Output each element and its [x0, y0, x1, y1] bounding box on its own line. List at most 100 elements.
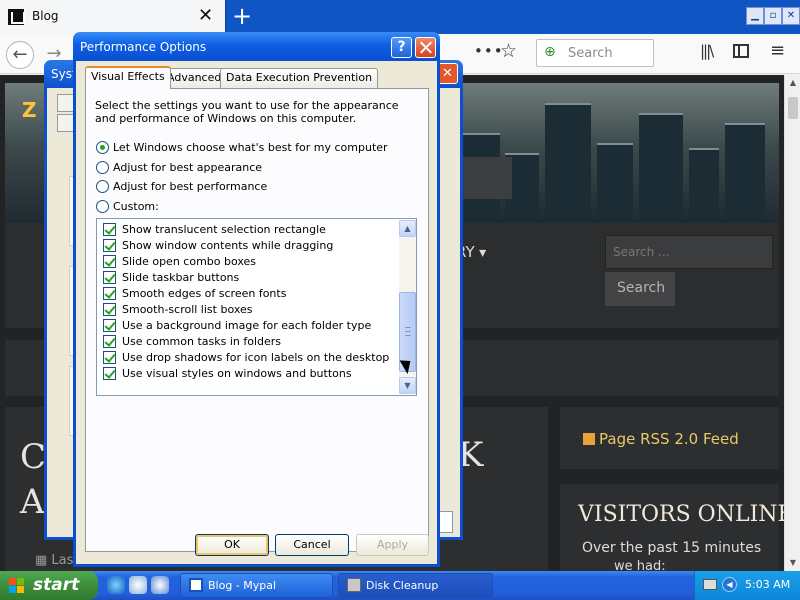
taskbar-item-label: Disk Cleanup	[366, 579, 439, 592]
help-button[interactable]: ?	[391, 37, 412, 58]
effect-visual-styles[interactable]: Use visual styles on windows and buttons	[103, 367, 352, 383]
page-search-placeholder: Search ...	[613, 245, 670, 259]
taskbar: start Blog - Mypal Disk Cleanup ◀ 5:03 A…	[0, 571, 800, 600]
system-properties-close-button[interactable]: ✕	[437, 63, 458, 84]
browser-search-input[interactable]: ⊕ Search	[536, 39, 654, 67]
keyboard-icon[interactable]	[703, 579, 717, 590]
page-scrollbar[interactable]: ▲ ▼	[784, 75, 800, 571]
effect-label: Slide open combo boxes	[122, 255, 257, 268]
start-label: start	[33, 575, 80, 595]
effect-label: Use visual styles on windows and buttons	[122, 367, 352, 380]
scroll-up-icon[interactable]: ▲	[785, 75, 800, 91]
clock[interactable]: 5:03 AM	[745, 578, 790, 591]
browser-title-bar: Blog ✕ + ▁ ▫ ✕	[0, 0, 800, 34]
library-icon[interactable]: |||\	[700, 42, 714, 60]
rss-feed-link[interactable]: Page RSS 2.0 Feed	[583, 430, 739, 448]
close-tab-icon[interactable]: ✕	[198, 6, 213, 26]
minimize-button[interactable]: ▁	[746, 7, 764, 25]
radio-empty-icon	[96, 161, 109, 174]
close-window-button[interactable]: ✕	[782, 7, 800, 25]
dialog-title-bar[interactable]: Performance Options ?	[73, 32, 440, 61]
calendar-icon: ▦	[35, 553, 52, 568]
taskbar-item-disk-cleanup[interactable]: Disk Cleanup	[338, 573, 493, 598]
tab-visual-effects[interactable]: Visual Effects	[85, 66, 171, 89]
dialog-close-button[interactable]	[415, 37, 436, 58]
effect-label: Show translucent selection rectangle	[122, 223, 326, 236]
checkbox-checked-icon[interactable]	[103, 335, 116, 348]
apply-button[interactable]: Apply	[356, 534, 429, 556]
checkbox-checked-icon[interactable]	[103, 287, 116, 300]
dialog-title: Performance Options	[80, 40, 207, 54]
radio-label: Let Windows choose what's best for my co…	[113, 141, 388, 154]
browser-app-icon	[189, 578, 203, 592]
effect-label: Use common tasks in folders	[122, 335, 282, 348]
visual-effects-list[interactable]: Show translucent selection rectangle Sho…	[96, 218, 417, 396]
scrollbar-thumb[interactable]	[788, 97, 798, 119]
firefox-quicklaunch-icon[interactable]	[129, 576, 147, 594]
start-button[interactable]: start	[0, 571, 98, 600]
back-button[interactable]: ←	[6, 41, 34, 69]
taskbar-item-blog[interactable]: Blog - Mypal	[180, 573, 333, 598]
radio-selected-icon	[96, 141, 109, 154]
scroll-down-arrow-icon[interactable]: ▼	[399, 377, 416, 394]
effect-folder-background-image[interactable]: Use a background image for each folder t…	[103, 319, 371, 335]
radio-let-windows-choose[interactable]: Let Windows choose what's best for my co…	[96, 141, 388, 156]
radio-empty-icon	[96, 200, 109, 213]
taskbar-item-label: Blog - Mypal	[208, 579, 277, 592]
radio-best-performance[interactable]: Adjust for best performance	[96, 180, 267, 195]
effect-label: Use a background image for each folder t…	[122, 319, 372, 332]
tab-advanced[interactable]: Advanced	[161, 68, 228, 88]
effect-smooth-scroll-list-boxes[interactable]: Smooth-scroll list boxes	[103, 303, 253, 319]
cancel-button[interactable]: Cancel	[275, 534, 349, 556]
media-player-icon[interactable]	[151, 576, 169, 594]
tab-data-execution-prevention[interactable]: Data Execution Prevention	[220, 68, 379, 88]
effect-common-tasks-folders[interactable]: Use common tasks in folders	[103, 335, 281, 351]
checkbox-checked-icon[interactable]	[103, 223, 116, 236]
internet-explorer-icon[interactable]	[107, 576, 125, 594]
checkbox-checked-icon[interactable]	[103, 239, 116, 252]
site-logo[interactable]: Z	[22, 98, 37, 122]
checkbox-checked-icon[interactable]	[103, 255, 116, 268]
bookmark-star-icon[interactable]: ☆	[500, 40, 517, 62]
rss-icon	[583, 433, 595, 445]
post-date-text: Las	[51, 553, 74, 568]
visitors-title: VISITORS ONLINE	[578, 502, 794, 527]
scrollbar-grip-icon	[405, 327, 411, 336]
search-icon: ⊕	[544, 44, 556, 60]
scroll-down-icon[interactable]: ▼	[785, 555, 800, 571]
effect-slide-taskbar-buttons[interactable]: Slide taskbar buttons	[103, 271, 239, 287]
checkbox-checked-icon[interactable]	[103, 319, 116, 332]
browser-tab-blog[interactable]: Blog ✕	[0, 0, 226, 34]
effect-label: Show window contents while dragging	[122, 239, 334, 252]
page-search-button[interactable]: Search	[605, 272, 675, 306]
scroll-up-arrow-icon[interactable]: ▲	[399, 220, 416, 237]
checkbox-checked-icon[interactable]	[103, 351, 116, 364]
effect-label: Slide taskbar buttons	[122, 271, 240, 284]
radio-best-appearance[interactable]: Adjust for best appearance	[96, 161, 262, 176]
ok-button[interactable]: OK	[195, 534, 269, 556]
maximize-button[interactable]: ▫	[764, 7, 782, 25]
site-favicon-icon	[8, 9, 25, 25]
effect-drop-shadows-icon-labels[interactable]: Use drop shadows for icon labels on the …	[103, 351, 389, 367]
radio-custom[interactable]: Custom:	[96, 200, 159, 215]
checkbox-checked-icon[interactable]	[103, 303, 116, 316]
effect-translucent-selection[interactable]: Show translucent selection rectangle	[103, 223, 326, 239]
effect-window-contents-dragging[interactable]: Show window contents while dragging	[103, 239, 333, 255]
dialog-intro-text: Select the settings you want to use for …	[95, 99, 399, 125]
effect-label: Smooth-scroll list boxes	[122, 303, 253, 316]
browser-tab-title: Blog	[32, 9, 59, 23]
show-hidden-icons-icon[interactable]: ◀	[722, 577, 737, 592]
page-search-input[interactable]: Search ...	[605, 235, 773, 269]
radio-label: Custom:	[113, 200, 159, 213]
checkbox-checked-icon[interactable]	[103, 271, 116, 284]
radio-empty-icon	[96, 180, 109, 193]
browser-search-placeholder: Search	[568, 46, 613, 61]
effect-label: Smooth edges of screen fonts	[122, 287, 287, 300]
new-tab-button[interactable]: +	[230, 3, 254, 29]
effect-smooth-font-edges[interactable]: Smooth edges of screen fonts	[103, 287, 286, 303]
sidebar-toggle-icon[interactable]	[733, 44, 749, 58]
hamburger-menu-icon[interactable]: ≡	[770, 40, 785, 61]
checkbox-checked-icon[interactable]	[103, 367, 116, 380]
effect-slide-combo-boxes[interactable]: Slide open combo boxes	[103, 255, 256, 271]
disk-cleanup-icon	[347, 578, 361, 592]
